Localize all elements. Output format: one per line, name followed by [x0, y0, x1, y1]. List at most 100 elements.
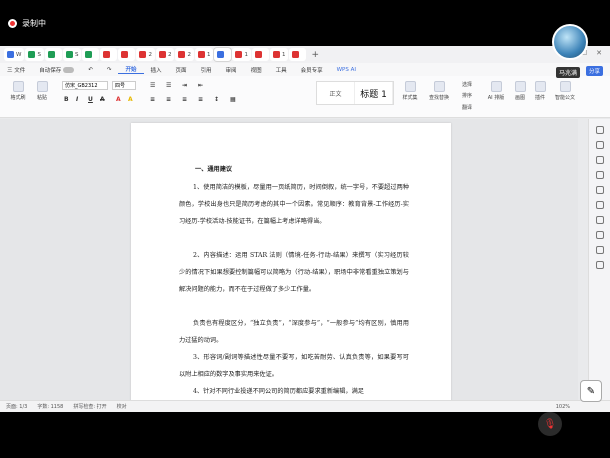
document-tab[interactable]: [118, 48, 136, 61]
plugin-icon: [534, 81, 546, 92]
paste-button[interactable]: 粘贴: [32, 81, 52, 101]
number-list-icon[interactable]: ☰: [166, 82, 171, 89]
sidebar-tool-icon[interactable]: [595, 186, 604, 194]
redo-icon[interactable]: ↷: [100, 67, 119, 73]
menu-item-wps-ai[interactable]: WPS AI: [330, 67, 363, 73]
autosave-toggle[interactable]: 自动保存: [32, 66, 81, 74]
document-tab[interactable]: S: [25, 48, 44, 61]
justify-icon[interactable]: ≡: [198, 96, 203, 103]
close-icon[interactable]: ✕: [596, 49, 602, 57]
document-tab[interactable]: W: [4, 48, 25, 61]
paragraph-1: 1、使用简洁的模板，尽量用一页纸简历，时间倒叙，统一字号，不要超过两种颜色，学校…: [179, 184, 409, 225]
plugin-button[interactable]: 插件: [530, 81, 550, 101]
draw-label: 画图: [514, 95, 525, 101]
outdent-icon[interactable]: ⇤: [198, 82, 203, 89]
menu-item-insert[interactable]: 插入: [144, 66, 169, 74]
bold-icon[interactable]: B: [64, 96, 69, 103]
document-tab[interactable]: 2: [175, 48, 194, 61]
clipboard-icon: [36, 81, 48, 92]
style-heading-1[interactable]: 标题 1: [355, 82, 393, 104]
sidebar-tool-icon[interactable]: [595, 156, 604, 164]
proofread[interactable]: 校对: [117, 403, 127, 410]
document-tab[interactable]: [251, 48, 269, 61]
sidebar-tool-icon[interactable]: [595, 126, 604, 134]
file-type-icon: [197, 51, 205, 58]
file-type-icon: [121, 51, 129, 58]
sidebar-tool-icon[interactable]: [595, 246, 604, 254]
document-tab[interactable]: [82, 48, 100, 61]
style-normal[interactable]: 正文: [317, 82, 355, 104]
align-left-icon[interactable]: ≡: [150, 96, 155, 103]
border-icon[interactable]: ▦: [230, 96, 236, 103]
document-tab[interactable]: [289, 48, 307, 61]
format-painter-button[interactable]: 格式刷: [8, 81, 28, 101]
sidebar-tool-icon[interactable]: [595, 216, 604, 224]
page-count[interactable]: 页面: 1/3: [6, 403, 27, 410]
sidebar-tool-icon[interactable]: [595, 171, 604, 179]
document-tab[interactable]: 2: [155, 48, 175, 61]
draw-button[interactable]: 画图: [510, 81, 530, 101]
floating-tool-button[interactable]: ✎: [580, 380, 602, 402]
style-gallery[interactable]: 正文 标题 1: [316, 81, 394, 105]
menu-item-page[interactable]: 页面: [169, 66, 194, 74]
document-tab[interactable]: 1: [269, 48, 289, 61]
document-page[interactable]: 一、通用建议 1、使用简洁的模板，尽量用一页纸简历，时间倒叙，统一字号，不要超过…: [131, 123, 451, 400]
translate-button[interactable]: 翻译: [456, 104, 478, 111]
document-tab[interactable]: [214, 48, 232, 61]
user-avatar[interactable]: [552, 24, 588, 60]
menu-item-home[interactable]: 开始: [118, 65, 144, 74]
brush-icon: [12, 81, 24, 92]
style-set-button[interactable]: 样式集: [398, 81, 422, 101]
document-tab[interactable]: 1: [194, 48, 214, 61]
font-family-select[interactable]: 仿宋_GB2312: [62, 81, 108, 90]
sidebar-tool-icon[interactable]: [595, 201, 604, 209]
menu-item-reference[interactable]: 引用: [194, 66, 219, 74]
microphone-button[interactable]: 🎙: [538, 412, 562, 436]
line-spacing-icon[interactable]: ↕: [214, 96, 219, 103]
word-count[interactable]: 字数: 1158: [37, 403, 63, 410]
menu-item-tools[interactable]: 工具: [269, 66, 294, 74]
menu-item-member[interactable]: 会员专享: [294, 66, 330, 74]
find-replace-button[interactable]: 查找替换: [426, 81, 452, 101]
italic-icon[interactable]: I: [76, 96, 78, 103]
align-center-icon[interactable]: ≡: [166, 96, 171, 103]
tab-label: 2: [187, 51, 191, 58]
font-size-select[interactable]: 四号: [112, 81, 136, 90]
document-tab[interactable]: 1: [232, 48, 251, 61]
spell-check[interactable]: 拼写检查: 打开: [73, 403, 106, 410]
zoom-level[interactable]: 102%: [556, 404, 570, 410]
sort-button[interactable]: 排序: [456, 92, 478, 99]
new-tab-icon[interactable]: +: [311, 50, 319, 60]
file-type-icon: [7, 51, 14, 58]
bullet-list-icon[interactable]: ☰: [150, 82, 155, 89]
sidebar-tool-icon[interactable]: [595, 141, 604, 149]
recording-indicator[interactable]: 录制中: [8, 18, 46, 29]
document-tab[interactable]: S: [62, 48, 82, 61]
sidebar-tool-icon[interactable]: [595, 231, 604, 239]
undo-icon[interactable]: ↶: [81, 67, 100, 73]
ai-layout-button[interactable]: AI 排版: [484, 81, 508, 101]
document-tab[interactable]: 2: [136, 48, 155, 61]
file-type-icon: [85, 51, 93, 58]
sort-label: 排序: [461, 93, 472, 99]
font-color-icon[interactable]: A: [116, 96, 121, 103]
format-painter-label: 格式刷: [10, 95, 26, 101]
menu-item-review[interactable]: 审阅: [219, 66, 244, 74]
underline-icon[interactable]: U: [88, 96, 93, 103]
document-tabs: W S S 2 2 2 1 1 1 +: [0, 46, 610, 63]
share-button[interactable]: 分享: [586, 66, 604, 76]
pen-icon: ✎: [586, 385, 596, 397]
indent-icon[interactable]: ⇥: [182, 82, 187, 89]
highlight-icon[interactable]: A: [128, 96, 133, 103]
menu-file[interactable]: 三 文件: [0, 66, 32, 74]
smart-doc-button[interactable]: 智能公文: [552, 81, 578, 101]
align-right-icon[interactable]: ≡: [182, 96, 187, 103]
strikethrough-icon[interactable]: A: [100, 96, 105, 103]
tab-label: 1: [281, 51, 286, 58]
document-tab[interactable]: [100, 48, 118, 61]
select-button[interactable]: 选择: [456, 81, 478, 88]
menu-item-view[interactable]: 视图: [244, 66, 269, 74]
sidebar-tool-icon[interactable]: [595, 261, 604, 269]
document-canvas[interactable]: 一、通用建议 1、使用简洁的模板，尽量用一页纸简历，时间倒叙，统一字号，不要超过…: [0, 119, 578, 400]
document-tab[interactable]: [44, 48, 62, 61]
